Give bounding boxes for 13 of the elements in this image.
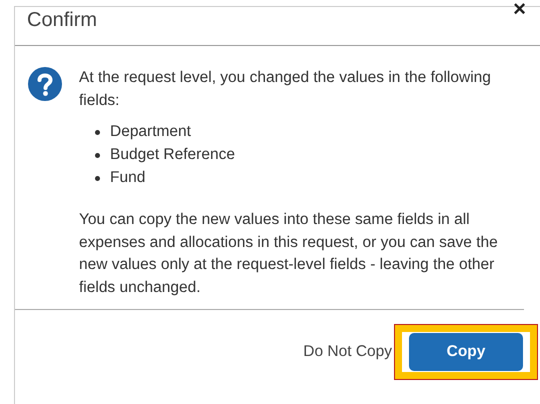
- field-name: Budget Reference: [110, 145, 235, 166]
- field-name: Fund: [110, 168, 146, 188]
- message-text: At the request level, you changed the values in the following fields:: [79, 68, 492, 110]
- question-icon: [28, 67, 62, 101]
- bullet-icon: [95, 176, 100, 181]
- copy-button[interactable]: Copy: [409, 333, 523, 371]
- message-text: You can copy the new values into these same fields in all expenses and allocations in this request, or you can save the new values only at the request-level fields - leaving the other fields unchanged.: [79, 210, 499, 298]
- bullet-icon: [95, 130, 100, 135]
- close-button[interactable]: ×: [513, 0, 526, 20]
- dialog-title: Confirm: [27, 9, 98, 32]
- do-not-copy-button[interactable]: Do Not Copy: [303, 343, 392, 361]
- bullet-icon: [95, 153, 100, 158]
- field-name: Department: [110, 122, 191, 142]
